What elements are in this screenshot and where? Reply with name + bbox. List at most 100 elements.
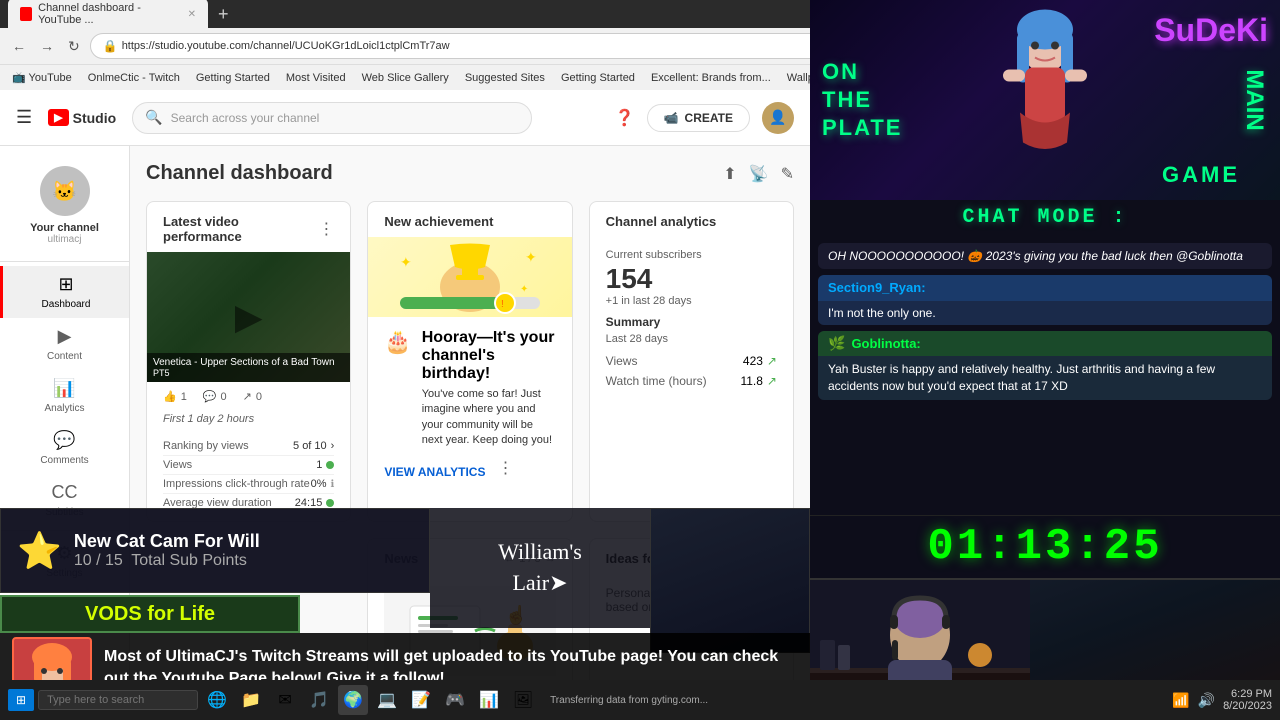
chat-mode-area: CHAT MODE :: [810, 200, 1280, 235]
channel-avatar[interactable]: 🐱: [40, 166, 90, 216]
taskbar-icon-folder[interactable]: 📁: [236, 685, 266, 715]
ctr-label: Impressions click-through rate: [163, 478, 310, 490]
on-text: ON: [822, 59, 902, 85]
bookmark-suggested[interactable]: Suggested Sites: [461, 70, 549, 86]
subs-change: +1 in last 28 days: [606, 295, 777, 307]
taskbar-search-input[interactable]: [38, 690, 198, 710]
analytics-card-header: Channel analytics: [590, 202, 793, 237]
taskbar-icon-app5[interactable]: 🖼: [508, 685, 538, 715]
active-tab[interactable]: Channel dashboard - YouTube ... ✕: [8, 0, 208, 30]
video-thumbnail[interactable]: ▶ Venetica - Upper Sections of a Bad Tow…: [147, 252, 350, 382]
start-button[interactable]: ⊞: [8, 689, 34, 711]
studio-header: ☰ ▶ Studio 🔍 Search across your channel …: [0, 90, 810, 146]
timer-area: 01:13:25: [810, 515, 1280, 578]
hamburger-menu-btn[interactable]: ☰: [16, 107, 32, 128]
latest-video-card: Latest video performance ⋮ ▶ Venetica - …: [146, 201, 351, 522]
taskbar-time-display: 6:29 PM: [1223, 688, 1272, 700]
game-title-area: ON THE PLATE: [810, 0, 1280, 200]
create-button[interactable]: 📹 CREATE: [647, 104, 750, 132]
sub-goal-name: New Cat Cam For Will: [74, 531, 260, 551]
watch-count: 11.8: [740, 374, 762, 388]
plate-text: PLATE: [822, 115, 902, 141]
ctr-count: 0%: [311, 478, 327, 490]
taskbar-icon-app3[interactable]: 🎮: [440, 685, 470, 715]
achievement-card-header: New achievement: [368, 202, 571, 237]
taskbar-icon-app1[interactable]: 💻: [372, 685, 402, 715]
taskbar-icon-chrome[interactable]: 🌐: [202, 685, 232, 715]
views-summary-count: 423: [743, 354, 763, 368]
sidebar-label-dashboard: Dashboard: [42, 299, 91, 310]
taskbar-icon-mail[interactable]: ✉: [270, 685, 300, 715]
anime-character-svg: [985, 8, 1105, 188]
back-btn[interactable]: ←: [8, 34, 30, 58]
go-live-btn[interactable]: 📡: [749, 164, 769, 184]
celebration-graphic: ✦ ✦ ✦ !: [380, 237, 560, 317]
latest-video-more-btn[interactable]: ⋮: [318, 219, 334, 239]
latest-video-title: Latest video performance: [163, 214, 318, 244]
bookmark-web-slice[interactable]: Web Slice Gallery: [358, 70, 453, 86]
ctr-info-icon[interactable]: ℹ: [331, 479, 335, 490]
chat-mode-label: CHAT MODE :: [818, 206, 1272, 229]
taskbar-icon-app2[interactable]: 📝: [406, 685, 436, 715]
bookmark-twitch[interactable]: OnlmeCtic - Twitch: [84, 70, 184, 86]
header-right: ❓ 📹 CREATE 👤: [615, 102, 794, 134]
lock-icon: 🔒: [103, 39, 118, 53]
yt-logo-text: Studio: [73, 110, 117, 126]
forward-btn[interactable]: →: [36, 34, 58, 58]
stream-webcam-feed: [651, 509, 809, 652]
reload-btn[interactable]: ↻: [64, 34, 84, 59]
sidebar-item-dashboard[interactable]: ⊞ Dashboard: [0, 266, 129, 318]
bookmark-brands[interactable]: Excellent: Brands from...: [647, 70, 775, 86]
view-analytics-btn[interactable]: VIEW ANALYTICS: [384, 465, 485, 479]
bookmark-youtube[interactable]: 📺 YouTube: [8, 69, 76, 86]
achievement-desc-text: You've come so far! Just imagine where y…: [422, 387, 556, 449]
taskbar-sound-icon[interactable]: 🔊: [1198, 692, 1215, 709]
views-green-dot: [326, 461, 334, 469]
taskbar: ⊞ 🌐 📁 ✉ 🎵 🌍 💻 📝 🎮 📊 🖼 Transferring data …: [0, 680, 1280, 720]
analytics-card-title: Channel analytics: [606, 214, 717, 229]
tab-close-btn[interactable]: ✕: [188, 9, 196, 20]
stream-webcam-small: [650, 508, 810, 653]
vods-label: VODS for Life: [85, 603, 215, 626]
posts-btn[interactable]: ✎: [781, 164, 794, 184]
summary-title: Summary: [606, 315, 777, 329]
bookmark-getting-started[interactable]: Getting Started: [192, 70, 274, 86]
stream-panel: ON THE PLATE: [810, 0, 1280, 720]
avatar-btn[interactable]: 👤: [762, 102, 794, 134]
views-count: 1: [316, 459, 322, 471]
ranking-by-views-label: Ranking by views: [163, 440, 249, 452]
sub-goal-current: 10: [74, 552, 92, 569]
channel-name: Your channel: [12, 222, 117, 234]
bookmark-getting-started2[interactable]: Getting Started: [557, 70, 639, 86]
ranking-value: 5 of 10 ›: [293, 440, 334, 452]
sub-goal-label: New Cat Cam For Will: [74, 531, 260, 552]
taskbar-network-icon[interactable]: 📶: [1172, 692, 1189, 709]
achievement-celebration: ✦ ✦ ✦ !: [368, 237, 571, 317]
sidebar-item-content[interactable]: ▶ Content: [0, 318, 129, 370]
subs-count: 154: [606, 263, 777, 295]
taskbar-icon-browser[interactable]: 🌍: [338, 685, 368, 715]
taskbar-icon-media[interactable]: 🎵: [304, 685, 334, 715]
game-character-area: [985, 8, 1105, 193]
achievement-more-btn[interactable]: ⋮: [497, 458, 513, 478]
lair-label: Lair➤: [498, 568, 582, 599]
upload-btn[interactable]: ⬆: [723, 164, 736, 184]
new-tab-btn[interactable]: +: [212, 4, 235, 25]
sidebar-item-comments[interactable]: 💬 Comments: [0, 422, 129, 474]
help-icon[interactable]: ❓: [615, 108, 635, 128]
taskbar-icon-app4[interactable]: 📊: [474, 685, 504, 715]
video-title-overlay: Venetica - Upper Sections of a Bad Town …: [147, 353, 350, 382]
birthday-cake-icon: 🎂: [384, 329, 411, 355]
game-label: GAME: [1162, 162, 1240, 188]
chat-msg-goblinotta: 🌿 Goblinotta: Yah Buster is happy and re…: [818, 331, 1272, 400]
url-text: https://studio.youtube.com/channel/UCUoK…: [122, 40, 450, 52]
views-row: Views 1: [163, 456, 334, 475]
page-title: Channel dashboard: [146, 162, 333, 185]
studio-search-bar[interactable]: 🔍 Search across your channel: [132, 102, 532, 134]
svg-text:✦: ✦: [400, 254, 412, 270]
chat-msg-section9ryan: Section9_Ryan: I'm not the only one.: [818, 275, 1272, 325]
watch-summary-row: Watch time (hours) 11.8 ↗: [606, 371, 777, 391]
sidebar-label-analytics: Analytics: [44, 403, 84, 414]
sidebar-item-analytics[interactable]: 📊 Analytics: [0, 370, 129, 422]
bookmark-most-visited[interactable]: Most Visited: [282, 70, 350, 86]
